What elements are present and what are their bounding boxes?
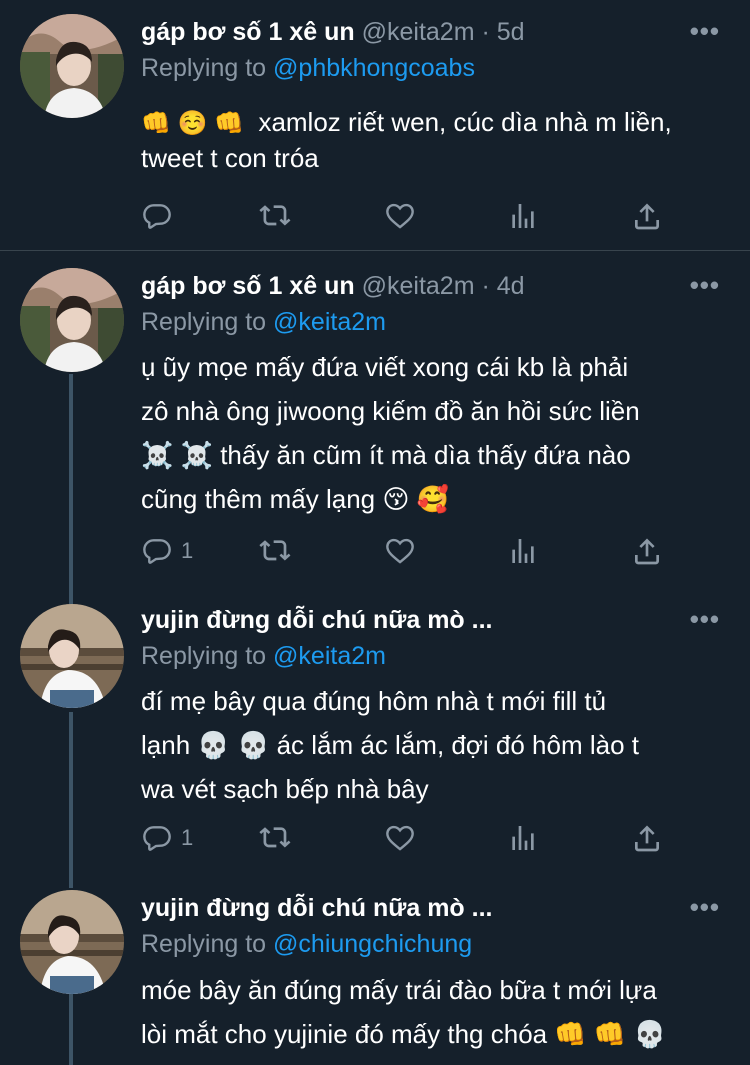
heart-icon — [384, 535, 416, 567]
tweet[interactable]: yujin đừng dỗi chú nữa mò ... ••• Replyi… — [0, 876, 750, 1065]
tweet-header: yujin đừng dỗi chú nữa mò ... — [141, 604, 492, 636]
retweet-icon — [259, 535, 291, 567]
views-button[interactable] — [507, 822, 539, 854]
timestamp[interactable]: 5d — [497, 18, 525, 46]
replying-to: Replying to @phbkhongcoabs — [141, 52, 475, 84]
retweet-icon — [259, 200, 291, 232]
like-button[interactable] — [384, 822, 416, 854]
share-icon — [631, 200, 663, 232]
replying-to-label: Replying to — [141, 930, 267, 958]
emoji-group: 👊 ☺️ 👊 — [141, 110, 244, 138]
tweet-text: đí mẹ bây qua đúng hôm nhà t mới fill tủ… — [141, 679, 731, 811]
reply-button[interactable] — [141, 200, 173, 232]
tweet[interactable]: yujin đừng dỗi chú nữa mò ... ••• Replyi… — [0, 586, 750, 876]
mention-link[interactable]: @keita2m — [273, 308, 386, 336]
like-button[interactable] — [384, 535, 416, 567]
views-icon — [507, 822, 539, 854]
retweet-button[interactable] — [259, 200, 291, 232]
reply-icon — [141, 535, 173, 567]
tweet-text-line: wa vét sạch bếp nhà bây — [141, 774, 429, 804]
views-icon — [507, 200, 539, 232]
views-button[interactable] — [507, 200, 539, 232]
heart-icon — [384, 200, 416, 232]
replying-to: Replying to @keita2m — [141, 640, 386, 672]
more-options-icon[interactable]: ••• — [690, 892, 720, 923]
separator-dot: · — [481, 272, 490, 300]
tweet-text-line: ụ ũy mọe mấy đứa viết xong cái kb là phả… — [141, 352, 629, 382]
tweet-header: yujin đừng dỗi chú nữa mò ... — [141, 892, 492, 924]
reply-button[interactable]: 1 — [141, 535, 193, 567]
reply-count: 1 — [181, 825, 194, 850]
mention-link[interactable]: @keita2m — [273, 642, 386, 670]
replying-to-label: Replying to — [141, 642, 267, 670]
tweet-text-line: lạnh 💀 💀 ác lắm ác lắm, đợi đó hôm lào t — [141, 730, 639, 760]
user-handle[interactable]: @keita2m — [362, 272, 475, 300]
tweet-header: gáp bơ số 1 xê un @keita2m · 5d — [141, 16, 525, 48]
share-button[interactable] — [631, 200, 663, 232]
reply-icon — [141, 822, 173, 854]
tweet[interactable]: gáp bơ số 1 xê un @keita2m · 5d ••• Repl… — [0, 0, 750, 250]
display-name[interactable]: yujin đừng dỗi chú nữa mò ... — [141, 606, 492, 634]
tweet-text-line: lòi mắt cho yujinie đó mấy thg chóa 👊 👊 … — [141, 1019, 666, 1049]
retweet-icon — [259, 822, 291, 854]
more-options-icon[interactable]: ••• — [690, 16, 720, 47]
tweet-text-line: zô nhà ông jiwoong kiếm đồ ăn hồi sức li… — [141, 396, 640, 426]
avatar[interactable] — [20, 14, 124, 118]
like-button[interactable] — [384, 200, 416, 232]
tweet-text-line: ☠️ ☠️ thấy ăn cũm ít mà dìa thấy đứa nào — [141, 440, 631, 470]
reply-count: 1 — [181, 538, 194, 563]
replying-to-label: Replying to — [141, 54, 267, 82]
more-options-icon[interactable]: ••• — [690, 270, 720, 301]
replying-to: Replying to @keita2m — [141, 306, 386, 338]
retweet-button[interactable] — [259, 822, 291, 854]
tweet-text-line: đí mẹ bây qua đúng hôm nhà t mới fill tủ — [141, 686, 607, 716]
separator-dot: · — [481, 18, 490, 46]
share-icon — [631, 822, 663, 854]
user-handle[interactable]: @keita2m — [362, 18, 475, 46]
display-name[interactable]: gáp bơ số 1 xê un — [141, 272, 355, 300]
tweet-text: ụ ũy mọe mấy đứa viết xong cái kb là phả… — [141, 345, 731, 521]
retweet-button[interactable] — [259, 535, 291, 567]
views-button[interactable] — [507, 535, 539, 567]
reply-icon — [141, 200, 173, 232]
tweet-text: 👊 ☺️ 👊 xamloz riết wen, cúc dìa nhà m li… — [141, 104, 731, 176]
heart-icon — [384, 822, 416, 854]
tweet-header: gáp bơ số 1 xê un @keita2m · 4d — [141, 270, 525, 302]
more-options-icon[interactable]: ••• — [690, 604, 720, 635]
replying-to-label: Replying to — [141, 308, 267, 336]
display-name[interactable]: gáp bơ số 1 xê un — [141, 18, 355, 46]
avatar[interactable] — [20, 268, 124, 372]
views-icon — [507, 535, 539, 567]
tweet-text: móe bây ăn đúng mấy trái đào bữa t mới l… — [141, 968, 731, 1056]
tweet-actions — [141, 200, 681, 234]
tweet-text-line: cũng thêm mấy lạng 😚 🥰 — [141, 484, 450, 514]
avatar[interactable] — [20, 890, 124, 994]
avatar[interactable] — [20, 604, 124, 708]
mention-link[interactable]: @chiungchichung — [273, 930, 472, 958]
tweet-actions: 1 — [141, 822, 681, 856]
tweet[interactable]: gáp bơ số 1 xê un @keita2m · 4d ••• Repl… — [0, 251, 750, 585]
reply-button[interactable]: 1 — [141, 822, 193, 854]
tweet-actions: 1 — [141, 535, 681, 569]
share-icon — [631, 535, 663, 567]
tweet-text-line: móe bây ăn đúng mấy trái đào bữa t mới l… — [141, 975, 657, 1005]
timestamp[interactable]: 4d — [497, 272, 525, 300]
share-button[interactable] — [631, 535, 663, 567]
replying-to: Replying to @chiungchichung — [141, 928, 472, 960]
share-button[interactable] — [631, 822, 663, 854]
mention-link[interactable]: @phbkhongcoabs — [273, 54, 475, 82]
display-name[interactable]: yujin đừng dỗi chú nữa mò ... — [141, 894, 492, 922]
